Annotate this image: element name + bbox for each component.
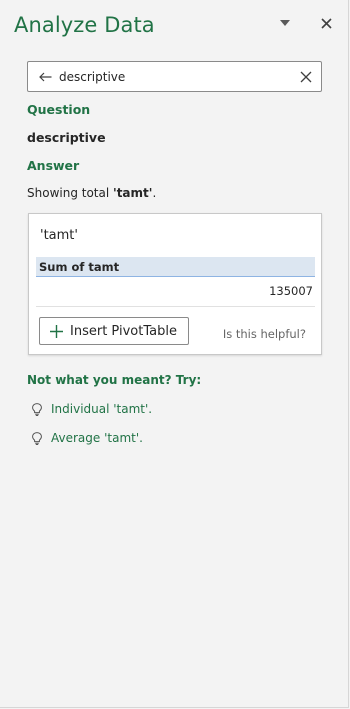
search-box <box>27 61 322 92</box>
answer-field: 'tamt' <box>113 186 153 200</box>
lightbulb-icon <box>31 431 43 445</box>
is-this-helpful-link[interactable]: Is this helpful? <box>223 327 306 341</box>
pane-options-button[interactable] <box>276 14 294 32</box>
question-label: Question <box>27 102 91 117</box>
close-icon <box>320 17 332 29</box>
answer-prefix: Showing total <box>27 186 114 200</box>
insert-pivottable-label: Insert PivotTable <box>70 323 177 339</box>
suggestion-item[interactable]: Individual 'tamt'. <box>31 402 152 416</box>
suggestions-heading: Not what you meant? Try: <box>27 373 202 387</box>
answer-label: Answer <box>27 158 80 173</box>
answer-card: 'tamt' Sum of tamt 135007 Insert PivotTa… <box>28 213 322 355</box>
arrow-left-icon <box>38 72 51 82</box>
answer-summary: Showing total 'tamt'. <box>27 186 156 200</box>
lightbulb-icon <box>31 402 43 416</box>
pivot-column-header-label: Sum of tamt <box>39 260 120 274</box>
close-icon <box>300 71 312 83</box>
chevron-down-icon <box>280 20 290 26</box>
suggestion-label: Average 'tamt'. <box>51 431 143 445</box>
pivot-column-header: Sum of tamt <box>36 257 315 277</box>
back-button[interactable] <box>37 69 53 85</box>
suggestion-item[interactable]: Average 'tamt'. <box>31 431 143 445</box>
close-pane-button[interactable] <box>317 14 335 32</box>
insert-pivottable-button[interactable]: Insert PivotTable <box>39 317 189 345</box>
search-input[interactable] <box>59 67 289 87</box>
question-text: descriptive <box>27 130 106 145</box>
suggestion-label: Individual 'tamt'. <box>51 402 153 416</box>
pivot-value-row: 135007 <box>36 277 315 307</box>
pivot-value: 135007 <box>269 284 313 298</box>
analyze-data-pane: Analyze Data Question descriptive Answer… <box>0 0 349 708</box>
pane-title: Analyze Data <box>14 13 155 37</box>
plus-icon <box>49 324 63 338</box>
card-title: 'tamt' <box>40 228 78 243</box>
clear-search-button[interactable] <box>298 69 314 85</box>
answer-suffix: . <box>152 186 157 200</box>
